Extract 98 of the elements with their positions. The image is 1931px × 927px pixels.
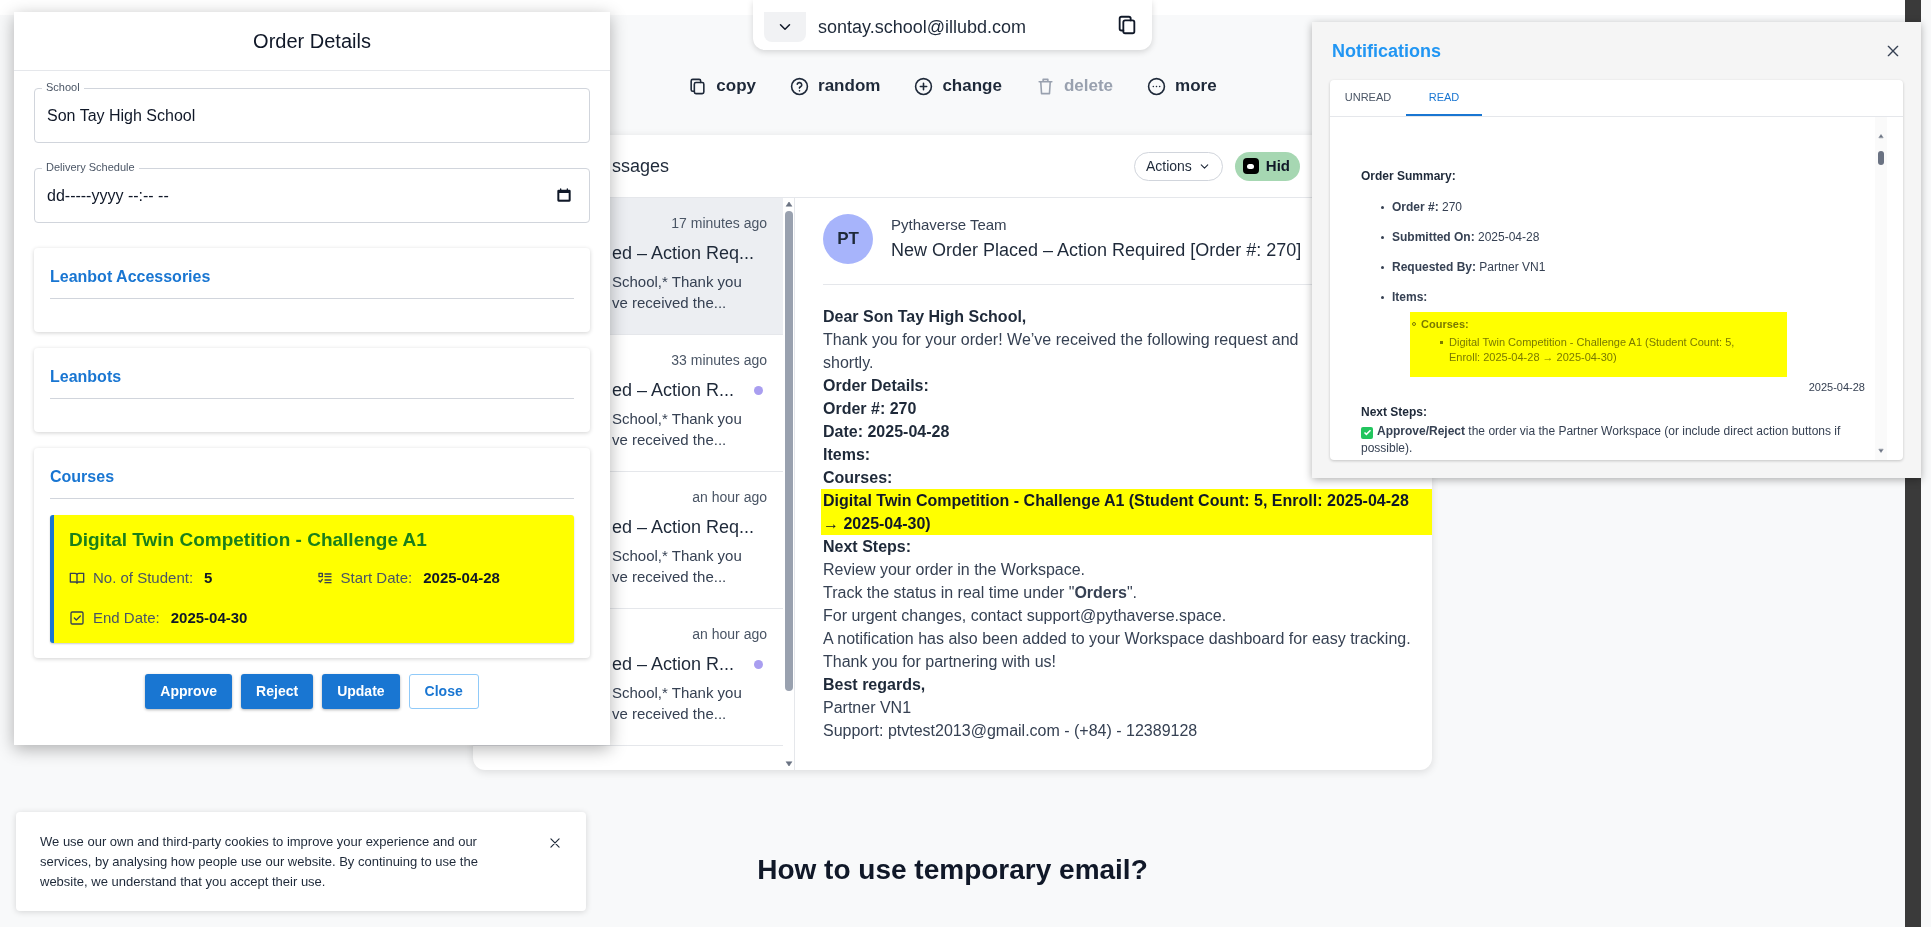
message-preview: School,* Thank you <box>612 683 743 703</box>
trash-icon <box>1035 76 1055 96</box>
more-icon <box>1147 76 1167 96</box>
courses-heading: Courses: <box>1421 317 1469 332</box>
message-time: 33 minutes ago <box>671 351 767 369</box>
avatar: PT <box>823 214 873 264</box>
dialog-button[interactable]: Update <box>322 674 400 709</box>
message-time: an hour ago <box>692 625 767 643</box>
notification-date: 2025-04-28 <box>1808 379 1865 395</box>
message-line: Track the status in real time under "Orders". <box>823 583 1137 603</box>
message-line: Order #: 270 <box>823 399 917 419</box>
message-title: ed – Action Req... <box>612 516 755 539</box>
plus-circle-icon <box>914 76 934 96</box>
message-preview: School,* Thank you <box>612 272 743 292</box>
help-circle-icon <box>790 76 810 96</box>
detail-label: End Date: <box>93 607 160 628</box>
sender-name: Pythaverse Team <box>891 215 1008 235</box>
message-title: ed – Action Req... <box>612 242 755 265</box>
scroll-down-icon <box>1877 448 1885 454</box>
detail-value: 2025-04-30 <box>170 607 248 628</box>
scroll-up-icon <box>1877 133 1885 139</box>
message-preview: ve received the... <box>612 430 728 450</box>
detail-value: 5 <box>204 568 213 588</box>
message-preview: ve received the... <box>612 293 728 313</box>
message-line: Items: <box>823 445 871 465</box>
summary-heading: Order Summary: <box>1361 168 1457 185</box>
summary-item: Requested By: Partner VN1 <box>1392 259 1546 276</box>
close-icon[interactable] <box>548 836 562 850</box>
panel-title: Notifications <box>1332 39 1441 63</box>
section-title: Leanbots <box>50 367 574 399</box>
message-preview: ve received the... <box>612 704 728 724</box>
more-button[interactable]: more <box>1147 73 1217 99</box>
field-label: School <box>42 80 84 94</box>
message-line: Dear Son Tay High School, <box>823 307 1027 327</box>
message-time: 17 minutes ago <box>671 214 767 232</box>
close-icon[interactable] <box>1885 43 1901 59</box>
inbox-title: ssages <box>612 154 671 178</box>
message-line: Thank you for partnering with us! <box>823 652 1056 672</box>
bullet-icon <box>1381 205 1384 209</box>
message-line: Next Steps: <box>823 537 912 557</box>
message-line: Date: 2025-04-28 <box>823 422 950 442</box>
message-line: Courses: <box>823 468 893 488</box>
detail-label: No. of Student: <box>93 568 194 588</box>
message-preview: School,* Thank you <box>612 546 743 566</box>
hide-button[interactable]: Hid <box>1234 151 1300 181</box>
calendar-icon[interactable] <box>556 187 572 203</box>
message-line: shortly. <box>823 353 874 373</box>
next-step-text: Approve/Reject the order via the Partner Workspace (or include direct action buttons if possible). <box>1361 423 1842 457</box>
copy-button[interactable]: copy <box>688 73 757 99</box>
tab[interactable]: UNREAD <box>1330 80 1406 116</box>
message-line: Best regards, <box>823 675 926 695</box>
field-label: Delivery Schedule <box>42 160 139 174</box>
checkbox-icon <box>69 609 85 626</box>
copy-icon <box>688 76 708 96</box>
random-button[interactable]: random <box>790 73 881 99</box>
course-title: Digital Twin Competition - Challenge A1 <box>69 528 428 552</box>
message-preview: School,* Thank you <box>612 409 743 429</box>
message-preview: ve received the... <box>612 567 728 587</box>
dialog-button[interactable]: Reject <box>241 674 314 709</box>
cookie-text: We use our own and third-party cookies to improve your experience and our services, by analysing how people use our website. By continuing to use the website, we understand that you accept their use. <box>40 833 479 891</box>
scrollbar-thumb[interactable] <box>1878 151 1884 165</box>
change-button[interactable]: change <box>914 73 1002 99</box>
copy-icon[interactable] <box>1116 14 1138 36</box>
section-title: Leanbot Accessories <box>50 267 574 299</box>
book-icon <box>69 570 85 587</box>
scroll-up-icon <box>783 200 794 208</box>
message-line: Support: ptvtest2013@gmail.com - (+84) - 12389128 <box>823 721 1198 741</box>
message-line: Review your order in the Workspace. <box>823 560 1086 580</box>
bullet-icon <box>1381 295 1384 299</box>
detail-label: Start Date: <box>340 568 413 588</box>
bullet-icon <box>1381 235 1384 239</box>
summary-item: Submitted On: 2025-04-28 <box>1392 229 1540 246</box>
summary-item: Order #: 270 <box>1392 199 1463 216</box>
section-title: Courses <box>50 467 574 499</box>
email-address: sontay.school@illubd.com <box>818 16 1028 39</box>
next-steps-heading: Next Steps: <box>1361 404 1429 421</box>
message-line: Partner VN1 <box>823 698 912 718</box>
message-line: For urgent changes, contact support@pythaverse.space. <box>823 606 1227 626</box>
message-line: Thank you for your order! We’ve received the following request and <box>823 330 1299 350</box>
message-title: ed – Action R... <box>612 653 735 676</box>
bullet-icon <box>1440 340 1443 344</box>
scrollbar-thumb[interactable] <box>784 211 793 691</box>
scroll-down-icon <box>783 760 794 768</box>
message-title: ed – Action R... <box>612 379 735 402</box>
app-icon <box>1242 158 1259 174</box>
check-icon <box>1361 426 1373 439</box>
bullet-icon <box>1381 265 1384 269</box>
section-heading: How to use temporary email? <box>757 853 1148 887</box>
course-entry: Digital Twin Competition - Challenge A1 (Student Count: 5, Enroll: 2025-04-28 → 2025-04-30) <box>1449 334 1736 365</box>
message-time: an hour ago <box>692 488 767 506</box>
summary-item: Items: <box>1392 289 1428 306</box>
dialog-title: Order Details <box>253 29 371 54</box>
message-subject: New Order Placed – Action Required [Order #: 270] <box>891 239 1302 262</box>
message-line: A notification has also been added to your Workspace dashboard for easy tracking. <box>823 629 1411 649</box>
dialog-button[interactable]: Close <box>408 674 479 709</box>
message-line: Order Details: <box>823 376 929 396</box>
dialog-button[interactable]: Approve <box>145 674 233 709</box>
tab[interactable]: READ <box>1406 80 1482 116</box>
